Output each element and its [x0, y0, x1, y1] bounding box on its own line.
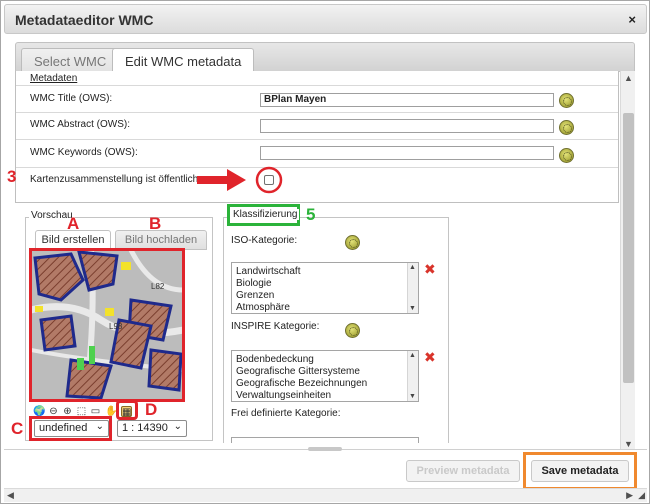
custom-category-label: Frei definierte Kategorie:	[231, 408, 341, 419]
wmc-abstract-field[interactable]	[260, 119, 554, 133]
annotation-marker-3: 3	[7, 167, 17, 186]
dialog-titlebar[interactable]: Metadataeditor WMC ×	[4, 4, 647, 34]
annotation-marker-c: C	[11, 419, 24, 438]
list-scrollbar[interactable]: ▲ ▼	[407, 351, 418, 401]
help-icon[interactable]	[345, 235, 360, 250]
wmc-title-label: WMC Title (OWS):	[30, 93, 113, 104]
annotation-box-save	[523, 452, 637, 490]
annotation-marker-b: B	[149, 214, 162, 233]
divider	[16, 112, 618, 113]
preview-metadata-button[interactable]: Preview metadata	[406, 460, 520, 482]
tab-select-wmc[interactable]: Select WMC	[21, 48, 120, 73]
horizontal-scrollbar[interactable]: ◀ ▶ ◢	[4, 488, 647, 502]
help-icon[interactable]	[559, 148, 574, 163]
custom-category-list[interactable]	[231, 437, 419, 443]
scale-select[interactable]: 1 : 14390 ⌄	[117, 420, 187, 437]
wmc-keywords-label: WMC Keywords (OWS):	[30, 147, 138, 158]
clear-inspire-icon[interactable]: ✖	[424, 349, 436, 366]
list-scrollbar[interactable]: ▲ ▼	[407, 263, 418, 313]
scale-value: 1 : 14390	[122, 422, 168, 434]
help-icon[interactable]	[345, 323, 360, 338]
list-item[interactable]: Landwirtschaft	[232, 266, 418, 278]
tab-bar: Select WMC Edit WMC metadata	[15, 42, 635, 74]
annotation-arrow-3	[197, 166, 283, 194]
divider	[16, 167, 618, 168]
vertical-scrollbar[interactable]: ▲ ▼	[620, 71, 635, 451]
list-item[interactable]: Bodenbedeckung	[232, 354, 418, 366]
scrollbar-thumb[interactable]	[623, 113, 634, 383]
metadata-editor-dialog: Metadataeditor WMC × Select WMC Edit WMC…	[0, 0, 650, 504]
divider	[16, 85, 618, 86]
close-icon[interactable]: ×	[628, 12, 636, 27]
list-item[interactable]: Grenzen	[232, 290, 418, 302]
scroll-down-icon[interactable]: ▼	[409, 393, 416, 400]
iso-category-list[interactable]: Landwirtschaft Biologie Grenzen Atmosphä…	[231, 262, 419, 314]
list-item[interactable]: Geografische Bezeichnungen	[232, 378, 418, 390]
list-item[interactable]: Verwaltungseinheiten	[232, 390, 418, 401]
annotation-marker-a: A	[67, 214, 80, 233]
inspire-category-label: INSPIRE Kategorie:	[231, 321, 320, 332]
public-label: Kartenzusammenstellung ist öffentlich:	[30, 174, 202, 185]
scroll-left-icon[interactable]: ◀	[7, 490, 14, 501]
resize-handle-icon[interactable]: ◢	[638, 490, 645, 501]
wmc-title-field[interactable]: BPlan Mayen	[260, 93, 554, 107]
dialog-title: Metadataeditor WMC	[15, 12, 154, 28]
metadata-panel: Metadaten WMC Title (OWS): BPlan Mayen W…	[15, 71, 619, 203]
scroll-right-icon[interactable]: ▶	[626, 490, 633, 501]
list-item[interactable]: Atmosphäre	[232, 302, 418, 313]
dialog-footer: Preview metadata Save metadata	[4, 447, 647, 490]
scroll-up-icon[interactable]: ▲	[409, 264, 416, 271]
inspire-category-list[interactable]: Bodenbedeckung Geografische Gittersystem…	[231, 350, 419, 402]
scroll-down-icon[interactable]: ▼	[624, 439, 633, 449]
wmc-keywords-field[interactable]	[260, 146, 554, 160]
list-item[interactable]: Biologie	[232, 278, 418, 290]
divider	[16, 139, 618, 140]
annotation-marker-d: D	[145, 400, 158, 419]
list-item[interactable]: Geografische Gittersysteme	[232, 366, 418, 378]
help-icon[interactable]	[559, 120, 574, 135]
wmc-abstract-label: WMC Abstract (OWS):	[30, 119, 130, 130]
clear-iso-icon[interactable]: ✖	[424, 261, 436, 278]
resize-grip[interactable]	[308, 447, 342, 451]
metadata-heading: Metadaten	[30, 73, 78, 84]
help-icon[interactable]	[559, 93, 574, 108]
annotation-box-d	[116, 400, 138, 420]
chevron-down-icon: ⌄	[173, 421, 182, 432]
classification-legend: Klassifizierung	[231, 209, 300, 220]
scroll-up-icon[interactable]: ▲	[624, 73, 633, 83]
scroll-down-icon[interactable]: ▼	[409, 305, 416, 312]
scroll-up-icon[interactable]: ▲	[409, 352, 416, 359]
iso-category-label: ISO-Kategorie:	[231, 235, 298, 246]
annotation-marker-5: 5	[306, 205, 316, 224]
annotation-box-c	[29, 416, 112, 441]
annotation-box-map	[29, 248, 185, 402]
